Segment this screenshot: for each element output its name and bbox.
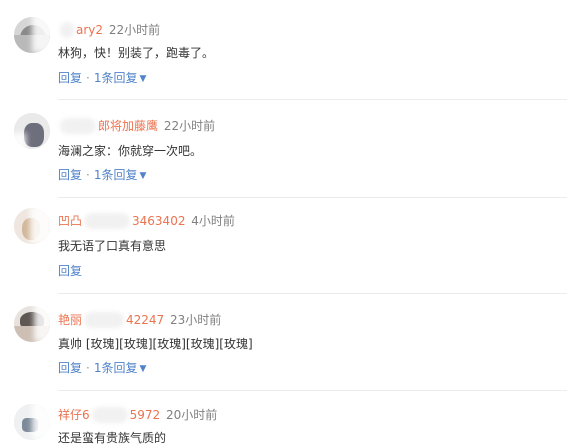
comment-actions: 回复 · 1条回复 ▼ — [58, 70, 146, 88]
comment-meta: 郎将加藤鹰 22小时前 — [58, 118, 215, 134]
name-redaction — [60, 22, 74, 38]
separator: · — [86, 71, 90, 85]
divider — [58, 197, 567, 198]
comment-actions: 回复 · 1条回复 ▼ — [58, 360, 146, 378]
comment-meta: ary2 22小时前 — [58, 22, 160, 38]
comment-text: 还是蛮有贵族气质的 — [58, 431, 167, 445]
timestamp: 22小时前 — [108, 23, 161, 37]
username-prefix[interactable]: 艳丽 — [58, 313, 82, 327]
timestamp: 23小时前 — [170, 313, 222, 327]
comment-text: 林狗，快！别装了，跑毒了。 — [58, 46, 215, 60]
avatar[interactable] — [14, 306, 50, 342]
comment-actions: 回复 · 1条回复 ▼ — [58, 167, 146, 185]
reply-button[interactable]: 回复 — [58, 361, 82, 375]
timestamp: 4小时前 — [191, 214, 235, 228]
username[interactable]: 5972 — [130, 408, 161, 422]
separator: · — [86, 361, 90, 375]
comment-text: 海澜之家：你就穿一次吧。 — [58, 144, 203, 158]
username[interactable]: 42247 — [126, 313, 164, 327]
replies-toggle[interactable]: 1条回复 ▼ — [94, 71, 147, 85]
reply-button[interactable]: 回复 — [58, 168, 82, 182]
name-redaction — [60, 118, 96, 134]
username[interactable]: 3463402 — [132, 214, 185, 228]
avatar[interactable] — [14, 17, 50, 53]
name-redaction — [84, 213, 131, 229]
timestamp: 22小时前 — [163, 119, 216, 133]
name-redaction — [91, 407, 128, 423]
comment-text: 我无语了口真有意思 — [58, 239, 167, 253]
chevron-down-icon: ▼ — [139, 364, 147, 374]
comment-actions: 回复 — [58, 263, 82, 279]
avatar[interactable] — [14, 404, 50, 440]
avatar[interactable] — [14, 113, 50, 149]
comment-meta: 艳丽 42247 23小时前 — [58, 312, 221, 328]
comment-meta: 祥仔6 5972 20小时前 — [58, 407, 217, 423]
username[interactable]: ary2 — [76, 23, 103, 37]
divider — [58, 293, 567, 294]
comment-meta: 凹凸 3463402 4小时前 — [58, 213, 235, 229]
avatar[interactable] — [14, 208, 50, 244]
replies-toggle[interactable]: 1条回复 ▼ — [94, 361, 147, 375]
separator: · — [86, 168, 90, 182]
timestamp: 20小时前 — [166, 408, 218, 422]
comment-text: 真帅 [玫瑰][玫瑰][玫瑰][玫瑰][玫瑰] — [58, 337, 253, 351]
reply-button[interactable]: 回复 — [58, 264, 82, 278]
username-prefix[interactable]: 凹凸 — [58, 214, 82, 228]
reply-button[interactable]: 回复 — [58, 71, 82, 85]
chevron-down-icon: ▼ — [139, 171, 147, 181]
divider — [58, 99, 567, 100]
replies-toggle[interactable]: 1条回复 ▼ — [94, 168, 147, 182]
chevron-down-icon: ▼ — [139, 74, 147, 84]
username[interactable]: 郎将加藤鹰 — [98, 119, 158, 133]
name-redaction — [84, 312, 125, 328]
username-prefix[interactable]: 祥仔6 — [58, 408, 90, 422]
divider — [58, 390, 567, 391]
